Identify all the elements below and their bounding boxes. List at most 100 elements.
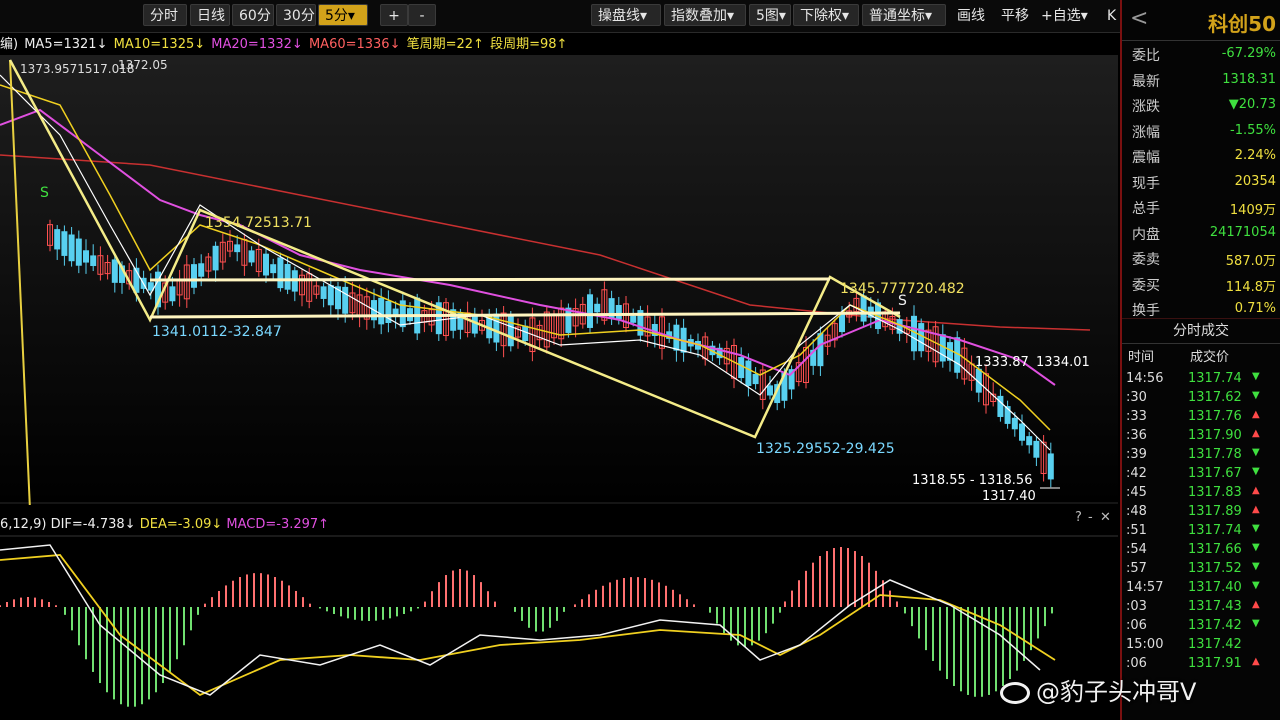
back-icon[interactable]: < [1130, 6, 1148, 31]
tick-price: 1317.42 [1188, 618, 1242, 633]
candle-body [342, 286, 349, 314]
tick-row: :48 1317.89 ▲ [1122, 503, 1280, 522]
tool-button-0[interactable]: 操盘线▾ [591, 4, 661, 26]
tool-button-5[interactable]: 画线 [950, 4, 990, 26]
tick-price: 1317.52 [1188, 561, 1242, 576]
candle-body [68, 234, 75, 262]
macd-close-button[interactable]: ✕ [1100, 510, 1111, 525]
toolbar: 分时 日线 60分 30分 5分▾ + - 操盘线▾ 指数叠加▾ 5图▾ 下除权▾ 普通坐标▾ 画线… [0, 0, 1120, 33]
tick-direction-icon: ▲ [1252, 428, 1260, 439]
tool-button-1[interactable]: 指数叠加▾ [664, 4, 746, 26]
index-title: 科创50 [1208, 12, 1276, 36]
tick-price: 1317.89 [1188, 504, 1242, 519]
candle-body [1047, 453, 1054, 480]
candle-body [198, 263, 205, 277]
stat-value: ▼20.73 [1228, 97, 1276, 112]
zoom-out-button[interactable]: - [408, 4, 436, 26]
candle-body [284, 263, 291, 290]
zoom-in-button[interactable]: + [380, 4, 408, 26]
legend-bi-period: 笔周期=22↑ [406, 37, 484, 52]
period-button-3[interactable]: 30分 [276, 4, 316, 26]
tick-price: 1317.66 [1188, 542, 1242, 557]
tick-row: :57 1317.52 ▼ [1122, 560, 1280, 579]
tick-row: :42 1317.67 ▼ [1122, 465, 1280, 484]
stat-label: 涨跌 [1132, 99, 1160, 115]
tick-time: :06 [1126, 656, 1147, 671]
candle-body [169, 286, 176, 302]
tick-time: :54 [1126, 542, 1147, 557]
period-button-0[interactable]: 分时 [143, 4, 187, 26]
tick-time: :42 [1126, 466, 1147, 481]
period-button-2[interactable]: 60分 [232, 4, 274, 26]
legend-ma5: MA5=1321↓ [24, 37, 108, 52]
quote-header: < 科创50 [1122, 0, 1280, 41]
stat-label: 总手 [1132, 201, 1160, 217]
candle-body [767, 385, 773, 396]
stat-value: 2.24% [1234, 148, 1276, 163]
period-button-1[interactable]: 日线 [190, 4, 230, 26]
stat-row: 内盘 24171054 [1122, 221, 1280, 246]
tool-button-2[interactable]: 5图▾ [749, 4, 791, 26]
tick-price: 1317.42 [1188, 637, 1242, 652]
stat-value: 1409万 [1229, 203, 1276, 218]
tick-row: :45 1317.83 ▲ [1122, 484, 1280, 503]
stat-row: 震幅 2.24% [1122, 144, 1280, 169]
chart-annotation-low2: 1325.29552-29.425 [756, 441, 895, 457]
macd-help-button[interactable]: ? [1075, 510, 1082, 525]
candle-body [75, 238, 82, 266]
macd-minimize-button[interactable]: - [1088, 510, 1093, 525]
tick-row: :30 1317.62 ▼ [1122, 389, 1280, 408]
stat-row: 涨幅 -1.55% [1122, 119, 1280, 144]
candle-body [378, 297, 385, 325]
candle-body [1026, 436, 1033, 446]
tick-time: :57 [1126, 561, 1147, 576]
stat-value: 24171054 [1209, 224, 1276, 240]
tool-button-7[interactable]: +自选▾ [1034, 4, 1094, 26]
tick-time: :45 [1126, 485, 1147, 500]
quote-panel: < 科创50 委比 -67.29% 最新 1318.31 涨跌 ▼20.73 涨幅 -1.55… [1120, 0, 1280, 720]
tick-direction-icon: ▼ [1252, 542, 1260, 553]
tick-row: :39 1317.78 ▼ [1122, 446, 1280, 465]
tool-button-3[interactable]: 下除权▾ [793, 4, 859, 26]
candle-body [248, 250, 255, 263]
candle-body [54, 229, 61, 250]
tick-time: :06 [1126, 618, 1147, 633]
stat-label: 涨幅 [1132, 124, 1160, 141]
period-button-4[interactable]: 5分▾ [318, 4, 368, 26]
stat-row: 总手 1409万 [1122, 195, 1280, 220]
stat-value: 587.0万 [1225, 254, 1276, 269]
stat-value: 114.8万 [1225, 279, 1276, 295]
tick-row: 15:00 1317.42 [1122, 636, 1280, 655]
candle-body [90, 255, 97, 267]
candle-body [191, 264, 197, 288]
tick-time: :36 [1126, 428, 1147, 443]
macd-legend-dif: DIF=-4.738↓ [50, 517, 136, 532]
candle-body [594, 303, 601, 313]
stat-value: -67.29% [1221, 46, 1276, 61]
macd-legend-macd: MACD=-3.297↑ [226, 517, 330, 532]
tick-direction-icon: ▼ [1252, 390, 1260, 401]
tick-direction-icon: ▲ [1252, 485, 1260, 496]
tick-time: 14:56 [1126, 371, 1164, 386]
tick-price: 1317.78 [1188, 447, 1242, 462]
macd-chart[interactable] [0, 535, 1118, 720]
tick-time: :03 [1126, 599, 1147, 614]
candle-body [1033, 440, 1040, 458]
ma-legend: 编) MA5=1321↓ MA10=1325↓ MA20=1332↓ MA60=… [0, 33, 569, 53]
candle-body [234, 244, 241, 253]
candle-body [997, 395, 1004, 417]
tool-button-8[interactable]: K [1100, 4, 1120, 26]
legend-ma10: MA10=1325↓ [113, 37, 206, 52]
watermark-text: @豹子头冲哥V [1036, 678, 1197, 706]
tick-row: :03 1317.43 ▲ [1122, 598, 1280, 617]
candle-body [111, 259, 118, 283]
tool-button-6[interactable]: 平移 [994, 4, 1032, 26]
candle-body [565, 307, 572, 333]
candlestick-chart[interactable]: 1373.9571517.0181372.05S1354.72513.71134… [0, 55, 1118, 505]
weibo-icon [1000, 682, 1030, 704]
tick-direction-icon: ▲ [1252, 599, 1260, 610]
zhongshu-top-line [149, 277, 831, 282]
tick-row: :36 1317.90 ▲ [1122, 427, 1280, 446]
tool-button-4[interactable]: 普通坐标▾ [862, 4, 946, 26]
candle-body [270, 264, 277, 274]
